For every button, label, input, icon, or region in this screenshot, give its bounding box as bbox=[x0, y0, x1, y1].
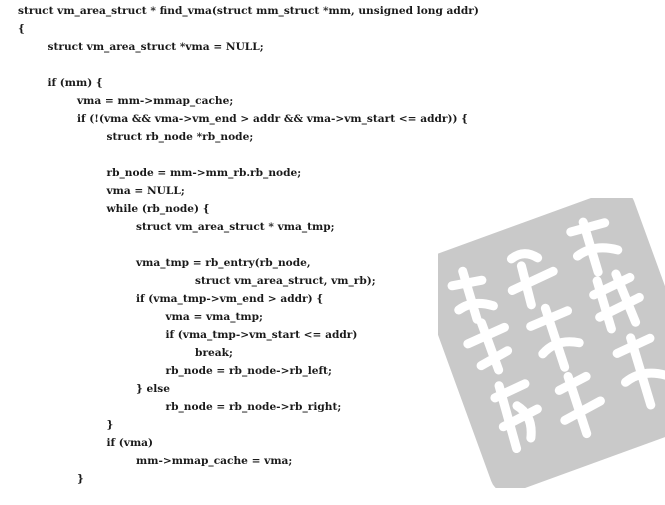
code-line: if (mm) { bbox=[18, 77, 103, 89]
code-line: } else bbox=[18, 383, 170, 395]
code-line: vma = mm->mmap_cache; bbox=[18, 95, 234, 107]
code-line: struct rb_node *rb_node; bbox=[18, 131, 254, 143]
code-line: rb_node = mm->mm_rb.rb_node; bbox=[18, 167, 302, 179]
code-line: if (vma_tmp->vm_end > addr) { bbox=[18, 293, 324, 305]
code-line: if (!(vma && vma->vm_end > addr && vma->… bbox=[18, 113, 468, 125]
code-line: } bbox=[18, 419, 114, 431]
code-line: mm->mmap_cache = vma; bbox=[18, 455, 293, 467]
code-line: vma = NULL; bbox=[18, 185, 185, 197]
code-line: break; bbox=[18, 347, 233, 359]
code-line: } bbox=[18, 473, 84, 485]
code-line: vma_tmp = rb_entry(rb_node, bbox=[18, 257, 311, 269]
code-line: struct vm_area_struct * find_vma(struct … bbox=[18, 5, 479, 17]
code-line: if (vma_tmp->vm_start <= addr) bbox=[18, 329, 358, 341]
code-line: while (rb_node) { bbox=[18, 203, 210, 215]
code-line: { bbox=[18, 23, 25, 35]
code-line: struct vm_area_struct * vma_tmp; bbox=[18, 221, 335, 233]
document-page: struct vm_area_struct * find_vma(struct … bbox=[0, 0, 665, 505]
code-line: rb_node = rb_node->rb_left; bbox=[18, 365, 332, 377]
code-line: struct vm_area_struct *vma = NULL; bbox=[18, 41, 264, 53]
code-line: rb_node = rb_node->rb_right; bbox=[18, 401, 342, 413]
code-line: struct vm_area_struct, vm_rb); bbox=[18, 275, 376, 287]
code-line: vma = vma_tmp; bbox=[18, 311, 263, 323]
code-line: if (vma) bbox=[18, 437, 154, 449]
code-listing: struct vm_area_struct * find_vma(struct … bbox=[18, 2, 479, 488]
